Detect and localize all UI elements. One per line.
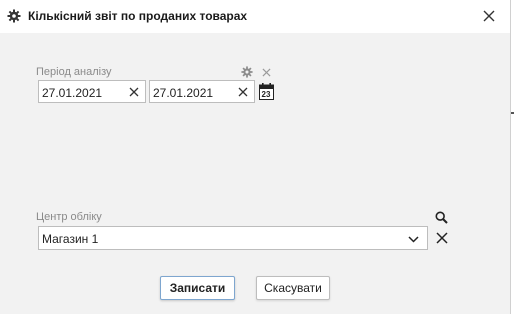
close-icon: [129, 87, 139, 97]
gear-icon: [241, 66, 253, 78]
date-from-field[interactable]: 27.01.2021: [38, 80, 146, 103]
date-from-value: 27.01.2021: [42, 86, 103, 100]
account-center-label: Центр обліку: [36, 211, 102, 223]
date-to-field[interactable]: 27.01.2021: [149, 80, 255, 103]
dialog-title: Кількісний звіт по проданих товарах: [28, 9, 248, 23]
date-to-value: 27.01.2021: [153, 86, 214, 100]
close-icon: [261, 67, 271, 77]
account-center-value: Магазин 1: [42, 232, 99, 246]
calendar-button[interactable]: 23: [258, 82, 274, 100]
dialog-close-button[interactable]: [478, 6, 500, 26]
account-center-clear-button[interactable]: [434, 230, 449, 245]
chevron-down-icon[interactable]: [407, 233, 419, 245]
close-icon: [238, 87, 248, 97]
period-clear-button[interactable]: [259, 65, 273, 79]
close-icon: [435, 231, 448, 244]
close-icon: [483, 10, 495, 22]
calendar-icon: 23: [258, 82, 274, 100]
report-dialog: Кількісний звіт по проданих товарах Пері…: [0, 0, 514, 314]
date-from-clear-button[interactable]: [127, 85, 141, 99]
gear-icon: [7, 9, 21, 23]
window-edge: [510, 0, 514, 314]
calendar-day-number: 23: [261, 89, 271, 99]
account-center-search-button[interactable]: [434, 210, 449, 225]
date-to-clear-button[interactable]: [236, 85, 250, 99]
save-button[interactable]: Записати: [160, 276, 235, 300]
cancel-button[interactable]: Скасувати: [256, 276, 330, 300]
period-label: Період аналізу: [36, 66, 112, 78]
dialog-titlebar: Кількісний звіт по проданих товарах: [0, 0, 514, 33]
period-settings-button[interactable]: [240, 65, 254, 79]
search-icon: [435, 211, 448, 224]
account-center-select[interactable]: Магазин 1: [38, 226, 428, 250]
